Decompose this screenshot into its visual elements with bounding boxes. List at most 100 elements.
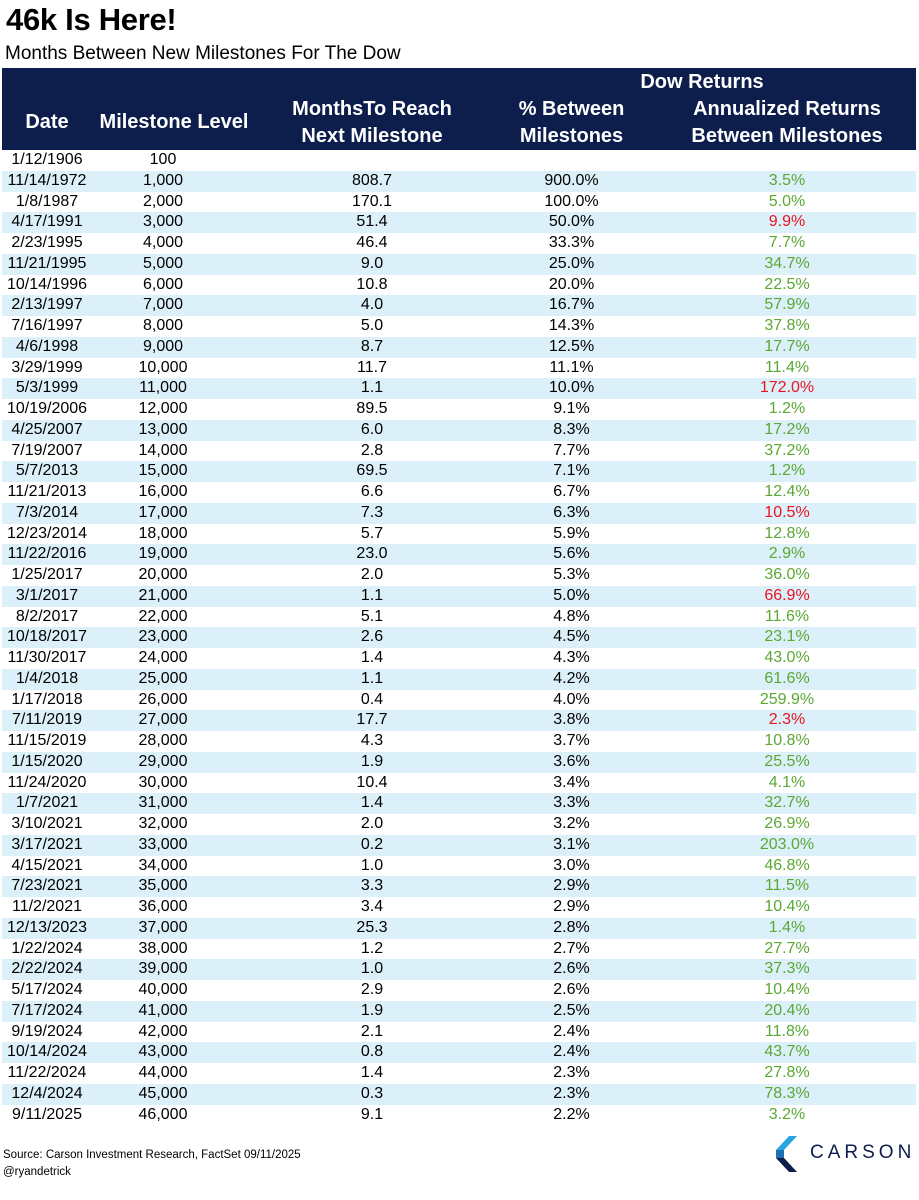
table-row: 11/24/2020 30,000 10.4 3.4% 4.1% [2,773,916,794]
table-row: 7/11/2019 27,000 17.7 3.8% 2.3% [2,710,916,731]
cell-ann: 5.0% [768,192,806,210]
cell-months: 1.2 [360,939,384,957]
cell-date: 2/13/1997 [11,296,83,314]
table-row: 4/25/2007 13,000 6.0 8.3% 17.2% [2,419,916,441]
cell-pct: 3.0% [553,856,590,874]
cell-months: 51.4 [356,213,388,231]
cell-level: 29,000 [138,752,188,770]
cell-pct: 2.2% [553,1105,590,1123]
table-row: 3/10/2021 32,000 2.0 3.2% 26.9% [2,814,916,835]
table-row: 2/23/1995 4,000 46.4 33.3% 7.7% [2,233,916,254]
cell-ann: 3.5% [768,171,806,189]
cell-pct: 6.7% [553,483,590,500]
cell-ann: 25.5% [764,752,810,770]
cell-months: 5.1 [360,607,384,625]
cell-level: 1,000 [142,171,184,189]
cell-pct: 5.9% [553,524,590,542]
cell-level: 23,000 [138,628,188,646]
cell-months: 2.0 [360,815,384,832]
cell-level: 15,000 [138,462,188,480]
cell-ann: 27.7% [764,939,810,957]
cell-ann: 66.9% [764,586,810,604]
table-row: 10/19/2006 12,000 89.5 9.1% 1.2% [2,399,916,420]
cell-date: 11/21/2013 [7,483,87,500]
cell-months: 808.7 [351,171,393,189]
table-row: 12/23/2014 18,000 5.7 5.9% 12.8% [2,524,916,545]
cell-ann: 10.5% [764,503,810,521]
cell-ann: 22.5% [764,275,810,293]
cell-months: 1.1 [360,669,384,687]
cell-ann: 57.9% [764,296,810,314]
cell-level: 41,000 [138,1001,188,1019]
cell-ann: 7.7% [768,234,806,251]
cell-months: 0.2 [360,835,384,853]
cell-pct: 3.2% [553,815,590,832]
cell-date: 9/11/2025 [12,1105,82,1123]
table-row: 4/15/2021 34,000 1.0 3.0% 46.8% [2,856,916,877]
cell-months: 11.7 [357,358,387,376]
cell-date: 11/22/2016 [7,545,87,563]
cell-months: 2.8 [360,441,384,459]
table-row: 1/8/1987 2,000 170.1 100.0% 5.0% [2,192,916,213]
cell-level: 14,000 [138,441,188,459]
cell-pct: 2.3% [553,1064,590,1081]
cell-level: 25,000 [138,669,188,687]
cell-pct: 4.2% [553,669,590,687]
cell-date: 7/3/2014 [15,503,79,521]
cell-ann: 11.8% [764,1022,810,1040]
cell-pct: 2.6% [553,981,590,998]
cell-date: 4/17/1991 [11,213,83,231]
cell-pct: 16.7% [548,296,595,314]
chart-title: 46k Is Here! [6,2,177,37]
cell-ann: 10.4% [764,981,810,998]
cell-level: 30,000 [138,773,188,791]
cell-months: 9.1 [360,1105,384,1123]
cell-ann: 9.9% [768,213,806,231]
table-row: 11/2/2021 36,000 3.4 2.9% 10.4% [2,897,916,918]
table-row: 8/2/2017 22,000 5.1 4.8% 11.6% [2,607,916,628]
cell-months: 3.4 [360,898,384,915]
cell-pct: 10.0% [548,379,595,397]
header-date: Date [25,111,69,133]
cell-pct: 3.6% [553,752,590,770]
table-row: 7/23/2021 35,000 3.3 2.9% 11.5% [2,876,916,897]
cell-pct: 2.9% [553,877,590,895]
cell-pct: 100.0% [544,192,599,210]
cell-date: 5/3/1999 [15,379,79,397]
cell-ann: 43.0% [764,649,810,666]
cell-date: 2/23/1995 [11,234,83,251]
cell-date: 10/18/2017 [6,628,88,646]
cell-pct: 7.1% [553,462,590,480]
cell-ann: 32.7% [764,794,810,812]
cell-date: 1/4/2018 [15,669,79,687]
table-row: 9/11/2025 46,000 9.1 2.2% 3.2% [2,1105,916,1126]
cell-pct: 25.0% [548,254,595,272]
cell-months: 46.4 [356,234,388,251]
cell-level: 12,000 [138,400,188,417]
cell-date: 11/24/2020 [7,773,87,791]
cell-level: 32,000 [138,815,188,832]
cell-ann: 11.4% [764,358,810,376]
table-row: 10/14/1996 6,000 10.8 20.0% 22.5% [2,275,916,296]
cell-ann: 43.7% [764,1043,810,1061]
header-milestone-level: Milestone Level [99,111,249,133]
cell-ann: 2.3% [768,711,806,729]
cell-ann: 4.1% [768,773,806,791]
cell-date: 11/30/2017 [7,649,87,666]
cell-ann: 37.8% [764,317,810,334]
cell-months: 1.4 [360,794,384,812]
cell-level: 46,000 [138,1105,188,1123]
cell-pct: 3.7% [553,732,590,749]
carson-logo: CARSON [776,1136,916,1172]
cell-months: 0.4 [360,690,384,708]
header-annualized-returns: Annualized Returns Between Milestones [691,98,883,147]
cell-ann: 11.6% [764,607,810,625]
cell-ann: 46.8% [764,856,810,874]
cell-pct: 5.0% [553,586,590,604]
cell-level: 43,000 [138,1043,188,1061]
table-row: 11/21/1995 5,000 9.0 25.0% 34.7% [2,253,916,275]
cell-ann: 10.8% [764,732,810,749]
cell-pct: 14.3% [548,317,595,334]
cell-date: 7/16/1997 [11,317,83,334]
cell-level: 22,000 [138,607,188,625]
